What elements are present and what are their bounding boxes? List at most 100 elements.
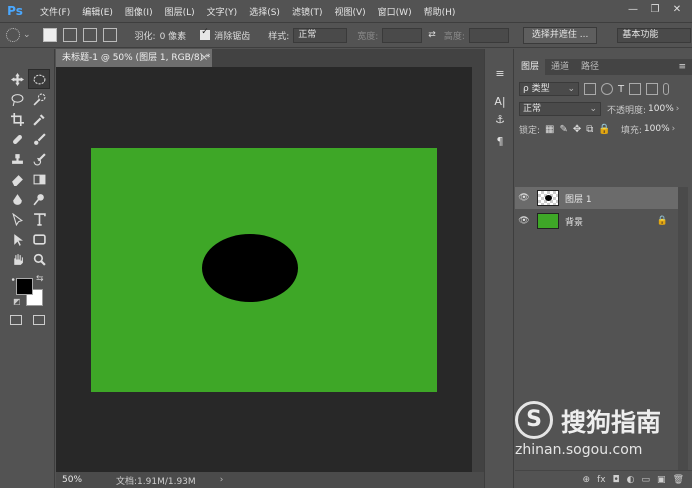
adjustment-layer-icon[interactable]: ◐ bbox=[627, 475, 635, 485]
document-info: 文档:1.91M/1.93M bbox=[116, 476, 196, 487]
close-button[interactable]: ✕ bbox=[666, 2, 688, 18]
gradient-tool[interactable] bbox=[28, 169, 50, 189]
swap-icon[interactable]: ⇄ bbox=[428, 30, 436, 40]
add-selection-icon[interactable] bbox=[62, 28, 77, 42]
lock-all-icon[interactable]: 🔒 bbox=[598, 124, 610, 135]
default-colors-icon[interactable]: ◩ bbox=[13, 297, 21, 306]
tab-paths[interactable]: 路径 bbox=[575, 59, 605, 75]
fill-value[interactable]: 100% bbox=[644, 124, 670, 134]
menu-help[interactable]: 帮助(H) bbox=[418, 5, 462, 18]
height-field[interactable] bbox=[468, 27, 509, 43]
menu-edit[interactable]: 编辑(E) bbox=[76, 5, 119, 18]
paragraph-panel-icon[interactable]: ¶ bbox=[493, 135, 507, 149]
history-panel-icon[interactable]: ≡ bbox=[493, 67, 507, 81]
eye-icon[interactable]: 👁 bbox=[515, 193, 533, 203]
tab-layers[interactable]: 图层 bbox=[515, 59, 546, 75]
menu-layer[interactable]: 图层(L) bbox=[159, 5, 201, 18]
add-mask-icon[interactable]: ◘ bbox=[613, 475, 620, 485]
path-selection-tool[interactable] bbox=[6, 229, 28, 249]
menu-select[interactable]: 选择(S) bbox=[243, 5, 286, 18]
tab-channels[interactable]: 通道 bbox=[545, 59, 575, 75]
eyedropper-tool[interactable] bbox=[28, 109, 50, 129]
width-field[interactable] bbox=[382, 27, 423, 43]
pen-tool[interactable] bbox=[6, 209, 28, 229]
lock-artboard-icon[interactable]: ⧉ bbox=[586, 124, 593, 135]
dodge-tool[interactable] bbox=[28, 189, 50, 209]
quick-mask-icon[interactable] bbox=[10, 315, 22, 325]
eyedropper-icon bbox=[32, 113, 45, 126]
workspace-select[interactable]: 基本功能 bbox=[617, 27, 692, 43]
vertical-scrollbar[interactable] bbox=[472, 67, 484, 472]
quick-selection-tool[interactable] bbox=[28, 89, 50, 109]
screen-mode-icon[interactable] bbox=[33, 315, 45, 325]
style-select[interactable]: 正常 bbox=[293, 27, 348, 43]
document-tab[interactable]: 未标题-1 @ 50% (图层 1, RGB/8) * × bbox=[56, 49, 212, 67]
link-layers-icon[interactable]: ⊕ bbox=[583, 475, 591, 485]
type-tool[interactable] bbox=[28, 209, 50, 229]
crop-tool[interactable] bbox=[6, 109, 28, 129]
zoom-level[interactable]: 50% bbox=[56, 475, 92, 485]
character-panel-icon[interactable]: A| bbox=[493, 95, 507, 109]
trash-icon[interactable]: 🗑 bbox=[673, 475, 684, 485]
hand-tool[interactable] bbox=[6, 249, 28, 269]
ellipse-marquee-preset-icon[interactable] bbox=[6, 28, 20, 42]
properties-panel-icon[interactable]: ⚓ bbox=[493, 113, 507, 127]
blend-mode-select[interactable]: 正常 ⌄ bbox=[519, 102, 601, 116]
filter-toggle-icon[interactable] bbox=[663, 83, 670, 95]
panel-menu-icon[interactable]: ≡ bbox=[678, 59, 686, 75]
menu-file[interactable]: 文件(F) bbox=[34, 5, 76, 18]
feather-value[interactable]: 0 像素 bbox=[160, 29, 187, 42]
intersect-selection-icon[interactable] bbox=[102, 28, 117, 42]
elliptical-marquee-tool[interactable] bbox=[28, 69, 50, 89]
layer-style-icon[interactable]: fx bbox=[597, 475, 606, 485]
chevron-down-icon[interactable]: ⌄ bbox=[23, 30, 31, 40]
restore-button[interactable]: ❐ bbox=[644, 2, 666, 18]
lock-transparent-icon[interactable]: ▦ bbox=[545, 124, 554, 135]
eraser-tool[interactable] bbox=[6, 169, 28, 189]
history-brush-tool[interactable] bbox=[28, 149, 50, 169]
smart-object-filter-icon[interactable] bbox=[646, 83, 659, 95]
blend-mode-label: 正常 bbox=[523, 104, 542, 114]
lock-position-icon[interactable]: ✥ bbox=[573, 124, 581, 135]
close-tab-icon[interactable]: × bbox=[200, 49, 208, 67]
adjustment-filter-icon[interactable] bbox=[601, 83, 613, 95]
filter-type-select[interactable]: ρ 类型 ⌄ bbox=[519, 82, 579, 96]
status-menu-arrow[interactable]: › bbox=[220, 475, 224, 485]
menu-type[interactable]: 文字(Y) bbox=[201, 5, 244, 18]
fill-chevron-icon[interactable]: › bbox=[672, 124, 676, 134]
clone-stamp-tool[interactable] bbox=[6, 149, 28, 169]
select-and-mask-button[interactable]: 选择并遮住 ... bbox=[522, 26, 598, 44]
opacity-chevron-icon[interactable]: › bbox=[676, 104, 680, 114]
layer-row-background[interactable]: 👁 背景 🔒 bbox=[515, 210, 678, 232]
canvas-area[interactable] bbox=[56, 67, 472, 472]
shape-filter-icon[interactable] bbox=[629, 83, 642, 95]
healing-brush-tool[interactable] bbox=[6, 129, 28, 149]
rectangle-tool[interactable] bbox=[28, 229, 50, 249]
minimize-button[interactable]: — bbox=[622, 2, 644, 18]
subtract-selection-icon[interactable] bbox=[82, 28, 97, 42]
opacity-value[interactable]: 100% bbox=[648, 104, 674, 114]
swap-colors-icon[interactable]: ⇆ bbox=[36, 274, 44, 284]
new-selection-icon[interactable] bbox=[42, 28, 57, 42]
blur-tool[interactable] bbox=[6, 189, 28, 209]
type-filter-icon[interactable]: T bbox=[618, 84, 624, 95]
new-layer-icon[interactable]: ▣ bbox=[657, 475, 666, 485]
layers-footer: ⊕ fx ◘ ◐ ▭ ▣ 🗑 bbox=[515, 470, 692, 488]
antialias-checkbox[interactable] bbox=[200, 27, 211, 40]
brush-tool[interactable] bbox=[28, 129, 50, 149]
menu-image[interactable]: 图像(I) bbox=[119, 5, 159, 18]
layer-row-layer1[interactable]: 👁 图层 1 bbox=[515, 187, 678, 209]
menu-filter[interactable]: 滤镜(T) bbox=[286, 5, 329, 18]
move-tool[interactable] bbox=[6, 69, 28, 89]
document-canvas[interactable] bbox=[91, 148, 437, 392]
menu-window[interactable]: 窗口(W) bbox=[372, 5, 418, 18]
eye-icon[interactable]: 👁 bbox=[515, 216, 533, 226]
menu-view[interactable]: 视图(V) bbox=[328, 5, 371, 18]
foreground-color-swatch[interactable] bbox=[16, 278, 33, 295]
lasso-tool[interactable] bbox=[6, 89, 28, 109]
lock-image-icon[interactable]: ✎ bbox=[560, 124, 568, 135]
pixel-filter-icon[interactable] bbox=[584, 83, 596, 95]
zoom-tool[interactable] bbox=[28, 249, 50, 269]
new-group-icon[interactable]: ▭ bbox=[642, 475, 651, 485]
rectangle-icon bbox=[32, 233, 46, 245]
